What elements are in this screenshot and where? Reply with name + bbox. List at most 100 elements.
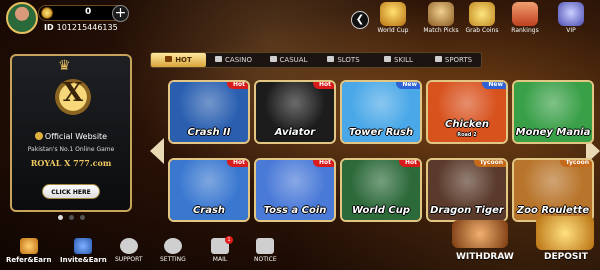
category-tabs: HOT CASINO CASUAL SLOTS SKILL SPORTS bbox=[150, 52, 482, 68]
game-title: Crash II bbox=[187, 127, 231, 138]
deposit-button[interactable]: DEPOSIT bbox=[544, 252, 588, 262]
avatar[interactable] bbox=[6, 2, 38, 34]
game-name: Dragon Tiger bbox=[428, 206, 506, 216]
game-card[interactable]: Chicken Road 2 New bbox=[426, 80, 508, 144]
tab-label: SKILL bbox=[394, 56, 413, 64]
topnav-grab-coins[interactable]: Grab Coins bbox=[459, 2, 505, 34]
page-dot[interactable] bbox=[58, 215, 63, 220]
game-badge: Hot bbox=[312, 160, 334, 167]
game-badge: Tycoon bbox=[473, 160, 506, 167]
treasure-chest-icon bbox=[536, 216, 594, 250]
game-name: Zoo Roulette bbox=[514, 206, 592, 216]
game-badge: New bbox=[396, 82, 420, 89]
game-card[interactable]: Crash II Hot bbox=[168, 80, 250, 144]
notice-button[interactable]: NOTICE bbox=[254, 238, 277, 263]
user-id: ID 101215446135 bbox=[44, 23, 118, 32]
game-name: Crash II bbox=[170, 128, 248, 138]
casino-icon bbox=[215, 56, 223, 62]
game-title: Crash bbox=[192, 205, 226, 216]
banner-tagline: Pakistan's No.1 Online Game bbox=[27, 146, 115, 153]
add-coins-button[interactable]: + bbox=[112, 5, 129, 22]
game-card[interactable]: Dragon Tiger Tycoon bbox=[426, 158, 508, 222]
refer-earn-button[interactable]: Refer&Earn bbox=[6, 238, 51, 264]
promo-banner[interactable]: ♛ X Official Website Pakistan's No.1 Onl… bbox=[10, 54, 132, 212]
banner-brand: ROYAL X 777.com bbox=[30, 158, 112, 168]
topnav-vip[interactable]: VIP bbox=[548, 2, 594, 34]
topnav-label: Grab Coins bbox=[465, 27, 499, 34]
invite-earn-button[interactable]: Invite&Earn bbox=[60, 238, 107, 264]
gift-icon bbox=[19, 238, 38, 254]
topnav-match-picks[interactable]: Match Picks bbox=[418, 2, 464, 34]
game-name: Aviator bbox=[256, 128, 334, 138]
gear-icon bbox=[163, 238, 182, 254]
topnav-rankings[interactable]: Rankings bbox=[502, 2, 548, 34]
game-title: Toss a Coin bbox=[263, 205, 327, 216]
game-badge: Hot bbox=[398, 160, 420, 167]
profile-panel[interactable]: 0 + ID 101215446135 bbox=[4, 2, 132, 36]
mail-icon: 1 bbox=[211, 236, 233, 254]
banner-pagination[interactable] bbox=[58, 215, 85, 220]
official-website: Official Website bbox=[12, 132, 130, 141]
podium-icon bbox=[512, 2, 538, 26]
tab-slots[interactable]: SLOTS bbox=[316, 53, 371, 67]
mail-button[interactable]: 1 MAIL bbox=[211, 236, 233, 263]
game-card[interactable]: Money Mania bbox=[512, 80, 594, 144]
withdraw-icon bbox=[452, 220, 508, 248]
coins-icon bbox=[469, 2, 495, 26]
game-card[interactable]: World Cup Hot bbox=[340, 158, 422, 222]
game-subtitle: Road 2 bbox=[457, 132, 477, 138]
game-title: Chicken bbox=[444, 119, 489, 130]
game-card[interactable]: Crash Hot bbox=[168, 158, 250, 222]
bottom-label: SETTING bbox=[160, 256, 186, 263]
withdraw-button[interactable]: WITHDRAW bbox=[456, 252, 514, 262]
game-name: Money Mania bbox=[514, 128, 592, 138]
tab-sports[interactable]: SPORTS bbox=[426, 53, 481, 67]
user-id-label: ID bbox=[44, 23, 54, 32]
bottom-label: Invite&Earn bbox=[60, 256, 107, 264]
topnav-world-cup[interactable]: World Cup bbox=[370, 2, 416, 34]
game-badge: New bbox=[482, 82, 506, 89]
game-card[interactable]: Aviator Hot bbox=[254, 80, 336, 144]
game-badge: Hot bbox=[312, 82, 334, 89]
top-bar: 0 + ID 101215446135 ❮ World Cup Match Pic… bbox=[0, 0, 600, 40]
support-button[interactable]: SUPPORT bbox=[115, 238, 143, 263]
game-badge: Tycoon bbox=[559, 160, 592, 167]
topnav-label: VIP bbox=[566, 27, 576, 34]
ball-icon bbox=[428, 2, 454, 26]
coin-balance: 0 + bbox=[38, 5, 129, 22]
tab-casino[interactable]: CASINO bbox=[206, 53, 261, 67]
game-card[interactable]: Tower Rush New bbox=[340, 80, 422, 144]
coin-value: 0 bbox=[85, 7, 92, 17]
page-dot[interactable] bbox=[69, 215, 74, 220]
tab-skill[interactable]: SKILL bbox=[371, 53, 426, 67]
official-text: Official Website bbox=[44, 132, 108, 141]
topnav-label: Match Picks bbox=[423, 27, 459, 34]
tab-casual[interactable]: CASUAL bbox=[261, 53, 316, 67]
game-badge: Hot bbox=[226, 82, 248, 89]
game-title: World Cup bbox=[352, 205, 410, 216]
sports-icon bbox=[434, 56, 442, 62]
invite-icon bbox=[74, 238, 93, 254]
user-id-value: 101215446135 bbox=[56, 23, 118, 32]
game-card[interactable]: Zoo Roulette Tycoon bbox=[512, 158, 594, 222]
tab-label: HOT bbox=[175, 56, 192, 64]
click-here-button[interactable]: CLICK HERE bbox=[42, 184, 100, 199]
tab-label: SLOTS bbox=[337, 56, 360, 64]
game-name: Toss a Coin bbox=[256, 206, 334, 216]
game-name: Tower Rush bbox=[342, 128, 420, 138]
game-card[interactable]: Toss a Coin Hot bbox=[254, 158, 336, 222]
game-name: World Cup bbox=[342, 206, 420, 216]
trophy-icon bbox=[380, 2, 406, 26]
tab-hot[interactable]: HOT bbox=[151, 53, 206, 67]
verified-icon bbox=[34, 132, 43, 140]
game-badge: Hot bbox=[226, 160, 248, 167]
bottom-label: SUPPORT bbox=[115, 256, 143, 263]
bottom-label: Refer&Earn bbox=[6, 256, 52, 264]
setting-button[interactable]: SETTING bbox=[160, 238, 186, 263]
bottom-bar: Refer&Earn Invite&Earn SUPPORT SETTING 1… bbox=[0, 216, 600, 270]
page-dot[interactable] bbox=[80, 215, 85, 220]
fire-icon bbox=[165, 56, 173, 62]
tab-label: CASUAL bbox=[279, 56, 308, 64]
notice-icon bbox=[256, 238, 275, 254]
collapse-arrow-button[interactable]: ❮ bbox=[351, 11, 369, 29]
